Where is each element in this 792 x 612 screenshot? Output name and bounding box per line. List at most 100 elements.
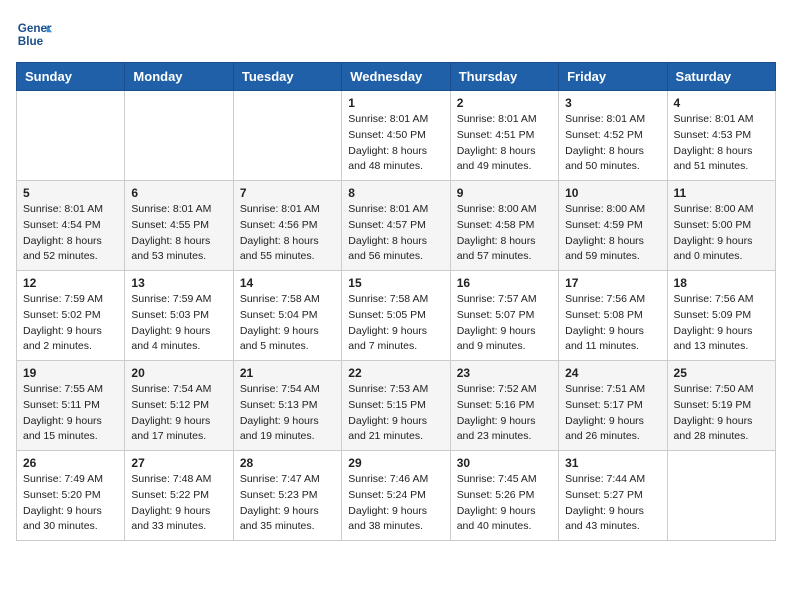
day-number: 7 <box>240 186 335 200</box>
calendar-cell: 4 Sunrise: 8:01 AMSunset: 4:53 PMDaylight… <box>667 91 775 181</box>
day-info: Sunrise: 7:52 AMSunset: 5:16 PMDaylight:… <box>457 382 552 445</box>
day-info: Sunrise: 8:01 AMSunset: 4:52 PMDaylight:… <box>565 112 660 175</box>
day-number: 21 <box>240 366 335 380</box>
calendar-cell: 12 Sunrise: 7:59 AMSunset: 5:02 PMDayligh… <box>17 271 125 361</box>
day-info: Sunrise: 7:59 AMSunset: 5:03 PMDaylight:… <box>131 292 226 355</box>
day-info: Sunrise: 7:47 AMSunset: 5:23 PMDaylight:… <box>240 472 335 535</box>
day-number: 18 <box>674 276 769 290</box>
day-number: 29 <box>348 456 443 470</box>
day-info: Sunrise: 8:00 AMSunset: 4:59 PMDaylight:… <box>565 202 660 265</box>
calendar-cell: 22Sunrise: 7:53 AMSunset: 5:15 PMDayligh… <box>342 361 450 451</box>
day-number: 16 <box>457 276 552 290</box>
calendar-cell: 24 Sunrise: 7:51 AMSunset: 5:17 PMDayligh… <box>559 361 667 451</box>
day-info: Sunrise: 7:51 AMSunset: 5:17 PMDaylight:… <box>565 382 660 445</box>
calendar-cell <box>17 91 125 181</box>
day-info: Sunrise: 7:58 AMSunset: 5:05 PMDaylight:… <box>348 292 443 355</box>
day-info: Sunrise: 7:59 AMSunset: 5:02 PMDaylight:… <box>23 292 118 355</box>
day-number: 13 <box>131 276 226 290</box>
day-number: 6 <box>131 186 226 200</box>
day-number: 20 <box>131 366 226 380</box>
day-number: 10 <box>565 186 660 200</box>
weekday-header-thursday: Thursday <box>450 63 558 91</box>
weekday-header-friday: Friday <box>559 63 667 91</box>
calendar-week-row: 19 Sunrise: 7:55 AMSunset: 5:11 PMDayligh… <box>17 361 776 451</box>
day-number: 19 <box>23 366 118 380</box>
day-info: Sunrise: 7:56 AMSunset: 5:08 PMDaylight:… <box>565 292 660 355</box>
day-info: Sunrise: 7:44 AMSunset: 5:27 PMDaylight:… <box>565 472 660 535</box>
page-header: General Blue <box>16 16 776 52</box>
calendar-cell <box>233 91 341 181</box>
day-number: 4 <box>674 96 769 110</box>
day-number: 23 <box>457 366 552 380</box>
day-number: 27 <box>131 456 226 470</box>
calendar-cell: 29 Sunrise: 7:46 AMSunset: 5:24 PMDayligh… <box>342 451 450 541</box>
day-info: Sunrise: 7:45 AMSunset: 5:26 PMDaylight:… <box>457 472 552 535</box>
day-info: Sunrise: 7:48 AMSunset: 5:22 PMDaylight:… <box>131 472 226 535</box>
day-number: 17 <box>565 276 660 290</box>
logo-icon: General Blue <box>16 16 52 52</box>
calendar-cell: 28 Sunrise: 7:47 AMSunset: 5:23 PMDayligh… <box>233 451 341 541</box>
day-info: Sunrise: 7:50 AMSunset: 5:19 PMDaylight:… <box>674 382 769 445</box>
day-number: 3 <box>565 96 660 110</box>
svg-text:Blue: Blue <box>18 35 44 48</box>
calendar-cell: 14Sunrise: 7:58 AMSunset: 5:04 PMDayligh… <box>233 271 341 361</box>
day-info: Sunrise: 7:56 AMSunset: 5:09 PMDaylight:… <box>674 292 769 355</box>
day-number: 24 <box>565 366 660 380</box>
calendar-cell: 20 Sunrise: 7:54 AMSunset: 5:12 PMDayligh… <box>125 361 233 451</box>
day-number: 8 <box>348 186 443 200</box>
calendar-cell: 2Sunrise: 8:01 AMSunset: 4:51 PMDaylight… <box>450 91 558 181</box>
calendar-cell: 10 Sunrise: 8:00 AMSunset: 4:59 PMDayligh… <box>559 181 667 271</box>
calendar-cell: 16 Sunrise: 7:57 AMSunset: 5:07 PMDayligh… <box>450 271 558 361</box>
day-info: Sunrise: 8:01 AMSunset: 4:55 PMDaylight:… <box>131 202 226 265</box>
weekday-header-sunday: Sunday <box>17 63 125 91</box>
day-number: 22 <box>348 366 443 380</box>
day-number: 2 <box>457 96 552 110</box>
calendar-cell: 3 Sunrise: 8:01 AMSunset: 4:52 PMDaylight… <box>559 91 667 181</box>
calendar-cell: 7Sunrise: 8:01 AMSunset: 4:56 PMDaylight… <box>233 181 341 271</box>
day-info: Sunrise: 7:57 AMSunset: 5:07 PMDaylight:… <box>457 292 552 355</box>
calendar-cell: 31 Sunrise: 7:44 AMSunset: 5:27 PMDayligh… <box>559 451 667 541</box>
calendar-cell: 13 Sunrise: 7:59 AMSunset: 5:03 PMDayligh… <box>125 271 233 361</box>
day-number: 26 <box>23 456 118 470</box>
logo: General Blue <box>16 16 52 52</box>
calendar-cell: 15 Sunrise: 7:58 AMSunset: 5:05 PMDayligh… <box>342 271 450 361</box>
calendar-week-row: 12 Sunrise: 7:59 AMSunset: 5:02 PMDayligh… <box>17 271 776 361</box>
day-info: Sunrise: 7:46 AMSunset: 5:24 PMDaylight:… <box>348 472 443 535</box>
calendar-cell: 9 Sunrise: 8:00 AMSunset: 4:58 PMDaylight… <box>450 181 558 271</box>
calendar-week-row: 26 Sunrise: 7:49 AMSunset: 5:20 PMDayligh… <box>17 451 776 541</box>
day-info: Sunrise: 8:01 AMSunset: 4:57 PMDaylight:… <box>348 202 443 265</box>
day-number: 28 <box>240 456 335 470</box>
day-info: Sunrise: 8:01 AMSunset: 4:53 PMDaylight:… <box>674 112 769 175</box>
calendar-cell: 26 Sunrise: 7:49 AMSunset: 5:20 PMDayligh… <box>17 451 125 541</box>
calendar-cell: 8 Sunrise: 8:01 AMSunset: 4:57 PMDaylight… <box>342 181 450 271</box>
day-number: 11 <box>674 186 769 200</box>
day-info: Sunrise: 7:55 AMSunset: 5:11 PMDaylight:… <box>23 382 118 445</box>
day-number: 12 <box>23 276 118 290</box>
day-number: 14 <box>240 276 335 290</box>
day-number: 15 <box>348 276 443 290</box>
day-number: 30 <box>457 456 552 470</box>
day-number: 1 <box>348 96 443 110</box>
calendar-cell: 27 Sunrise: 7:48 AMSunset: 5:22 PMDayligh… <box>125 451 233 541</box>
calendar-cell: 25 Sunrise: 7:50 AMSunset: 5:19 PMDayligh… <box>667 361 775 451</box>
calendar-cell <box>125 91 233 181</box>
calendar-cell: 17 Sunrise: 7:56 AMSunset: 5:08 PMDayligh… <box>559 271 667 361</box>
day-number: 25 <box>674 366 769 380</box>
day-number: 9 <box>457 186 552 200</box>
calendar-cell: 23 Sunrise: 7:52 AMSunset: 5:16 PMDayligh… <box>450 361 558 451</box>
day-number: 31 <box>565 456 660 470</box>
day-info: Sunrise: 7:49 AMSunset: 5:20 PMDaylight:… <box>23 472 118 535</box>
calendar-cell: 21 Sunrise: 7:54 AMSunset: 5:13 PMDayligh… <box>233 361 341 451</box>
day-info: Sunrise: 7:54 AMSunset: 5:13 PMDaylight:… <box>240 382 335 445</box>
day-info: Sunrise: 8:01 AMSunset: 4:50 PMDaylight:… <box>348 112 443 175</box>
calendar-table: SundayMondayTuesdayWednesdayThursdayFrid… <box>16 62 776 541</box>
day-info: Sunrise: 8:00 AMSunset: 4:58 PMDaylight:… <box>457 202 552 265</box>
weekday-header-monday: Monday <box>125 63 233 91</box>
day-info: Sunrise: 7:54 AMSunset: 5:12 PMDaylight:… <box>131 382 226 445</box>
calendar-cell: 5 Sunrise: 8:01 AMSunset: 4:54 PMDaylight… <box>17 181 125 271</box>
calendar-cell <box>667 451 775 541</box>
day-info: Sunrise: 8:01 AMSunset: 4:54 PMDaylight:… <box>23 202 118 265</box>
calendar-cell: 6 Sunrise: 8:01 AMSunset: 4:55 PMDaylight… <box>125 181 233 271</box>
day-number: 5 <box>23 186 118 200</box>
calendar-week-row: 1 Sunrise: 8:01 AMSunset: 4:50 PMDaylight… <box>17 91 776 181</box>
